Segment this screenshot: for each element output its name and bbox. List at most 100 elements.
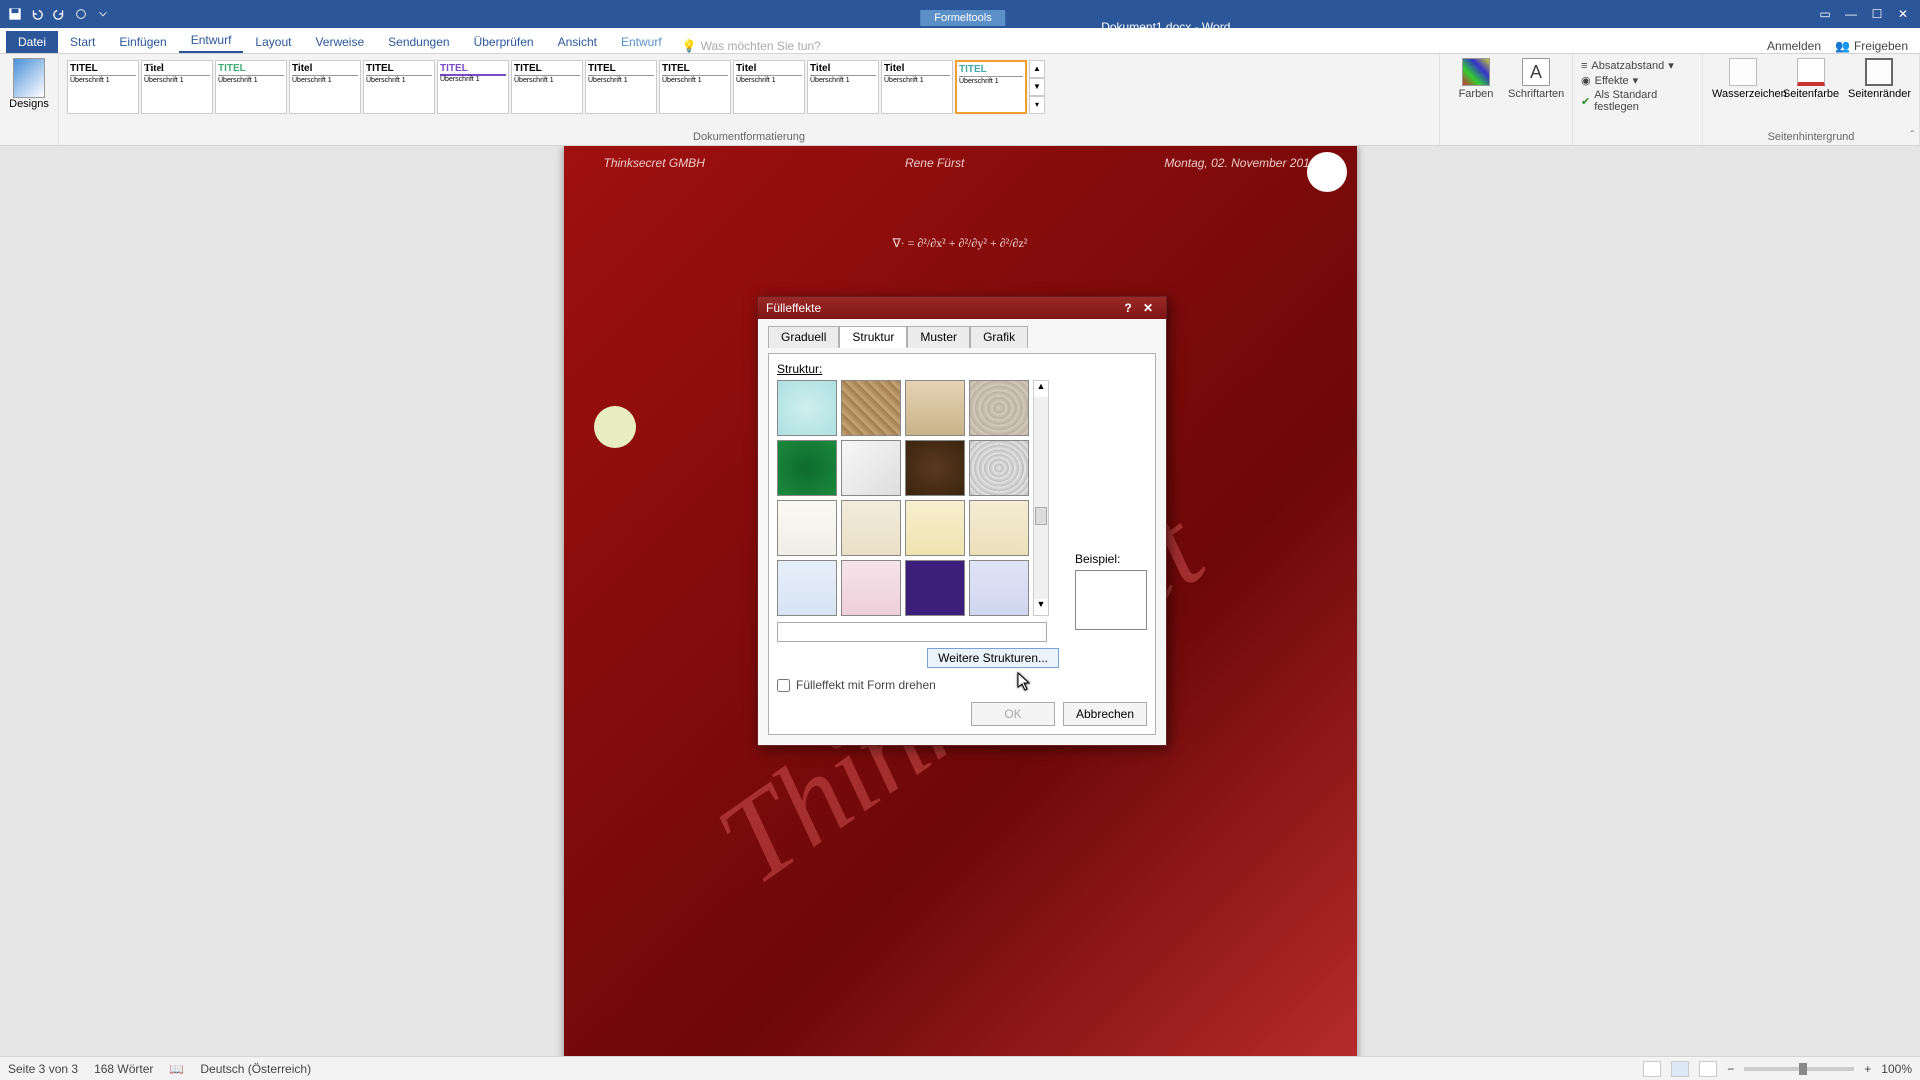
dialog-close-icon[interactable]: ✕ — [1138, 301, 1158, 315]
header-right: Montag, 02. November 2015 — [1164, 156, 1316, 170]
sign-in-link[interactable]: Anmelden — [1767, 39, 1821, 53]
undo-icon[interactable] — [30, 7, 44, 21]
cancel-button[interactable]: Abbrechen — [1063, 702, 1147, 726]
page-color-button[interactable]: Seitenfarbe — [1780, 58, 1842, 100]
maximize-icon[interactable]: ☐ — [1870, 7, 1884, 21]
theme-thumb[interactable]: TITELÜberschrift 1 — [659, 60, 731, 114]
texture-swatch[interactable] — [777, 440, 837, 496]
share-button[interactable]: 👥Freigeben — [1835, 39, 1908, 53]
dialog-titlebar[interactable]: Fülleffekte ? ✕ — [758, 297, 1166, 319]
ok-button[interactable]: OK — [971, 702, 1055, 726]
group-paragraph: ≡Absatzabstand▾ ◉Effekte▾ ✔Als Standard … — [1573, 54, 1703, 145]
texture-swatch[interactable] — [841, 380, 901, 436]
set-default-button[interactable]: ✔Als Standard festlegen — [1581, 88, 1694, 114]
texture-swatch[interactable] — [905, 560, 965, 616]
texture-swatch[interactable] — [905, 380, 965, 436]
theme-thumb[interactable]: TITELÜberschrift 1 — [437, 60, 509, 114]
view-read-icon[interactable] — [1643, 1061, 1661, 1077]
theme-thumb[interactable]: TitelÜberschrift 1 — [807, 60, 879, 114]
watermark-button[interactable]: Wasserzeichen — [1712, 58, 1774, 100]
tab-formeltools-entwurf[interactable]: Entwurf — [609, 31, 674, 53]
tab-ueberpruefen[interactable]: Überprüfen — [462, 31, 546, 53]
collapse-ribbon-icon[interactable]: ˆ — [1911, 130, 1914, 141]
status-page[interactable]: Seite 3 von 3 — [8, 1062, 78, 1076]
minimize-icon[interactable]: — — [1844, 7, 1858, 21]
texture-scrollbar[interactable]: ▲ ▼ — [1033, 380, 1049, 616]
theme-thumb[interactable]: TITELÜberschrift 1 — [215, 60, 287, 114]
scroll-up-icon[interactable]: ▲ — [1034, 381, 1048, 397]
gallery-up-icon[interactable]: ▲ — [1029, 60, 1045, 78]
dialog-tab-graduell[interactable]: Graduell — [768, 326, 839, 348]
texture-swatch[interactable] — [969, 380, 1029, 436]
designs-button[interactable]: Designs — [8, 58, 50, 110]
zoom-level[interactable]: 100% — [1881, 1062, 1912, 1076]
texture-swatch[interactable] — [841, 440, 901, 496]
page-borders-button[interactable]: Seitenränder — [1848, 58, 1910, 100]
more-textures-button[interactable]: Weitere Strukturen... — [927, 648, 1059, 668]
theme-thumb[interactable]: TitelÜberschrift 1 — [733, 60, 805, 114]
touch-mode-icon[interactable] — [74, 7, 88, 21]
theme-thumb[interactable]: TITELÜberschrift 1 — [511, 60, 583, 114]
texture-swatch[interactable] — [777, 380, 837, 436]
texture-swatch[interactable] — [905, 500, 965, 556]
tab-entwurf[interactable]: Entwurf — [179, 29, 244, 53]
zoom-slider[interactable] — [1744, 1067, 1854, 1071]
scroll-track[interactable] — [1034, 397, 1048, 599]
themes-gallery[interactable]: TITELÜberschrift 1 TitelÜberschrift 1 TI… — [67, 58, 1431, 129]
view-print-icon[interactable] — [1671, 1061, 1689, 1077]
texture-swatch[interactable] — [777, 500, 837, 556]
scroll-thumb[interactable] — [1035, 507, 1047, 525]
theme-thumb[interactable]: TITELÜberschrift 1 — [585, 60, 657, 114]
texture-swatch[interactable] — [777, 560, 837, 616]
ribbon-options-icon[interactable]: ▭ — [1818, 7, 1832, 21]
qat-dropdown-icon[interactable] — [96, 7, 110, 21]
texture-swatch[interactable] — [969, 500, 1029, 556]
tell-me-search[interactable]: 💡 Was möchten Sie tun? — [682, 39, 821, 53]
status-proofing-icon[interactable]: 📖 — [169, 1062, 184, 1076]
texture-swatch[interactable] — [905, 440, 965, 496]
tab-einfuegen[interactable]: Einfügen — [107, 31, 178, 53]
tab-ansicht[interactable]: Ansicht — [546, 31, 609, 53]
save-icon[interactable] — [8, 7, 22, 21]
rotate-checkbox[interactable] — [777, 679, 790, 692]
texture-swatch[interactable] — [969, 560, 1029, 616]
window-buttons: ▭ — ☐ ✕ — [1808, 7, 1920, 21]
zoom-thumb[interactable] — [1799, 1063, 1807, 1075]
tab-layout[interactable]: Layout — [243, 31, 303, 53]
scroll-down-icon[interactable]: ▼ — [1034, 599, 1048, 615]
dialog-tab-muster[interactable]: Muster — [907, 326, 970, 348]
shape-circle[interactable] — [594, 406, 636, 448]
dialog-tab-grafik[interactable]: Grafik — [970, 326, 1028, 348]
theme-thumb[interactable]: TITELÜberschrift 1 — [67, 60, 139, 114]
tab-start[interactable]: Start — [58, 31, 107, 53]
view-web-icon[interactable] — [1699, 1061, 1717, 1077]
gallery-more-icon[interactable]: ▾ — [1029, 96, 1045, 114]
effects-button[interactable]: ◉Effekte▾ — [1581, 73, 1694, 88]
para-spacing-button[interactable]: ≡Absatzabstand▾ — [1581, 58, 1694, 73]
theme-thumb[interactable]: TitelÜberschrift 1 — [289, 60, 361, 114]
status-language[interactable]: Deutsch (Österreich) — [200, 1062, 311, 1076]
texture-swatch[interactable] — [841, 560, 901, 616]
texture-name-input[interactable] — [777, 622, 1047, 642]
tab-verweise[interactable]: Verweise — [303, 31, 376, 53]
gallery-down-icon[interactable]: ▼ — [1029, 78, 1045, 96]
rotate-with-shape-row[interactable]: Fülleffekt mit Form drehen — [777, 678, 1147, 692]
status-words[interactable]: 168 Wörter — [94, 1062, 153, 1076]
zoom-in-icon[interactable]: + — [1864, 1062, 1871, 1076]
texture-swatch[interactable] — [969, 440, 1029, 496]
fonts-button[interactable]: ASchriftarten — [1508, 58, 1564, 143]
dialog-help-icon[interactable]: ? — [1118, 301, 1138, 315]
dialog-tab-struktur[interactable]: Struktur — [839, 326, 907, 348]
close-icon[interactable]: ✕ — [1896, 7, 1910, 21]
theme-thumb[interactable]: TitelÜberschrift 1 — [881, 60, 953, 114]
redo-icon[interactable] — [52, 7, 66, 21]
colors-button[interactable]: Farben — [1448, 58, 1504, 143]
tab-file[interactable]: Datei — [6, 31, 58, 53]
theme-thumb[interactable]: TitelÜberschrift 1 — [141, 60, 213, 114]
zoom-out-icon[interactable]: − — [1727, 1062, 1734, 1076]
theme-thumb-selected[interactable]: TITELÜberschrift 1 — [955, 60, 1027, 114]
texture-swatch[interactable] — [841, 500, 901, 556]
theme-thumb[interactable]: TITELÜberschrift 1 — [363, 60, 435, 114]
group-label: Seitenhintergrund — [1711, 129, 1911, 143]
tab-sendungen[interactable]: Sendungen — [376, 31, 461, 53]
